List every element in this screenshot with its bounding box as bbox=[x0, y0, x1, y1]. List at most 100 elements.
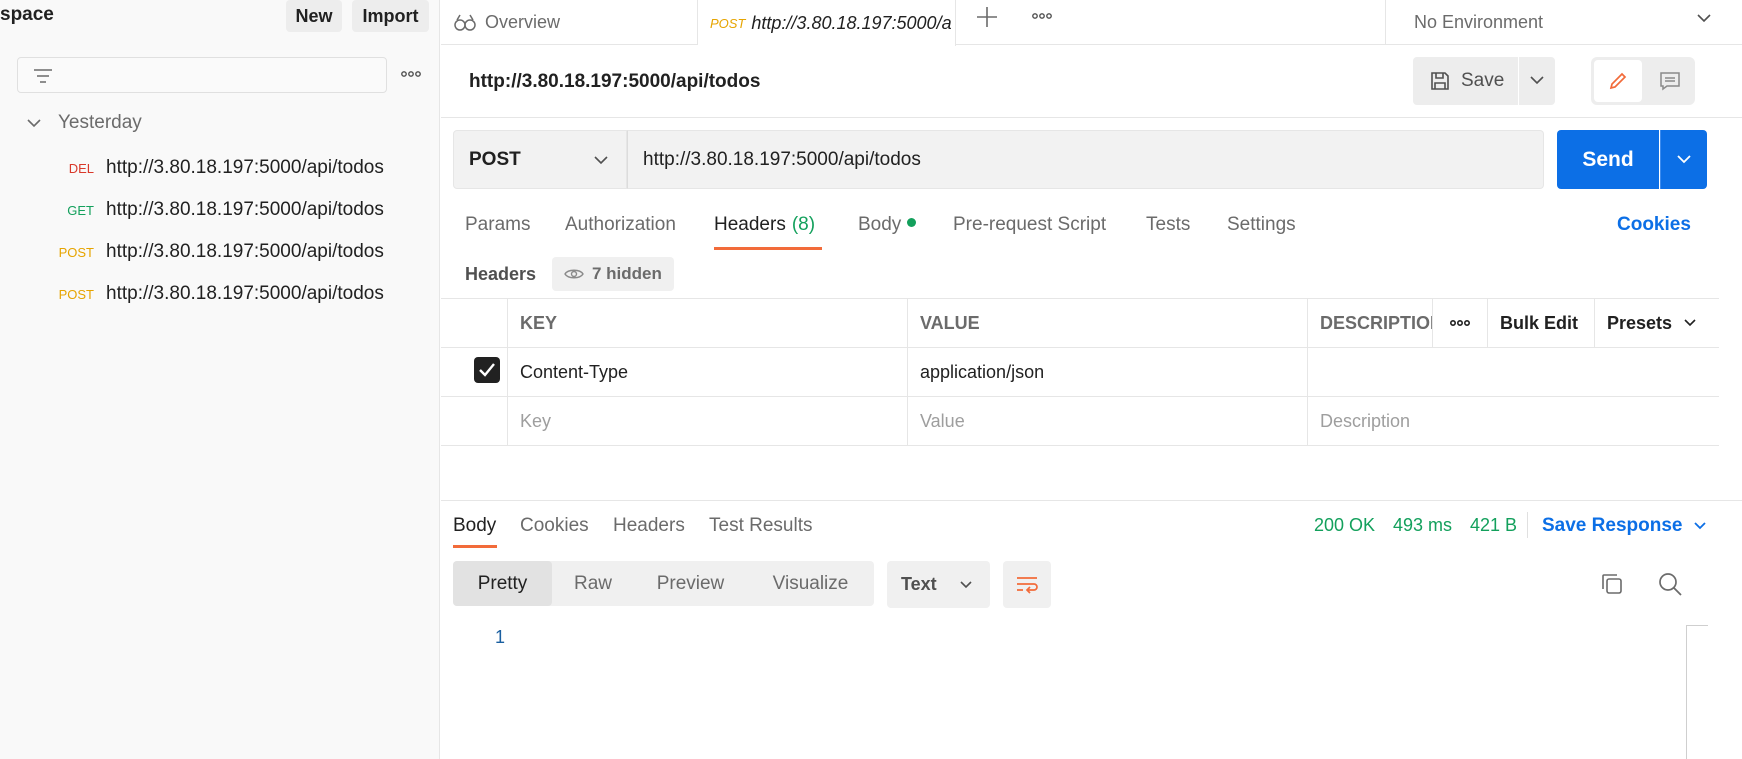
response-scrollbar[interactable] bbox=[1686, 625, 1708, 759]
chevron-down-icon bbox=[1677, 155, 1691, 164]
sidebar: space New Import Yesterday DEL http://3.… bbox=[0, 0, 440, 759]
response-time[interactable]: 493 ms bbox=[1393, 515, 1452, 536]
more-options-icon[interactable] bbox=[399, 64, 423, 84]
chevron-down-icon bbox=[594, 156, 608, 165]
format-raw-button[interactable]: Raw bbox=[552, 561, 634, 606]
active-tab-underline bbox=[714, 247, 822, 250]
chevron-down-icon bbox=[1697, 14, 1711, 23]
chevron-down-icon bbox=[960, 581, 972, 589]
response-status[interactable]: 200 OK bbox=[1314, 515, 1375, 536]
header-description-cell[interactable] bbox=[1307, 348, 1719, 396]
response-tab-cookies[interactable]: Cookies bbox=[520, 515, 589, 537]
send-button[interactable]: Send bbox=[1557, 130, 1659, 189]
response-format-group: Pretty Raw Preview Visualize bbox=[453, 561, 874, 606]
response-tab-headers[interactable]: Headers bbox=[613, 515, 685, 537]
col-key: KEY bbox=[520, 312, 558, 333]
cookies-link[interactable]: Cookies bbox=[1617, 214, 1691, 236]
response-language-value: Text bbox=[901, 574, 937, 594]
format-visualize-button[interactable]: Visualize bbox=[747, 561, 874, 606]
method-select[interactable]: POST bbox=[453, 130, 627, 189]
import-button[interactable]: Import bbox=[352, 0, 429, 32]
wrap-lines-button[interactable] bbox=[1003, 561, 1051, 608]
history-item-url: http://3.80.18.197:5000/api/todos bbox=[106, 283, 384, 304]
chevron-down-icon bbox=[1684, 319, 1696, 327]
divider bbox=[441, 500, 1742, 501]
bulk-edit-button[interactable]: Bulk Edit bbox=[1487, 299, 1594, 347]
tab-bar: Overview POST http://3.80.18.197:5000/a … bbox=[441, 0, 1742, 46]
header-value-cell[interactable]: application/json bbox=[907, 348, 1307, 396]
overview-icon bbox=[454, 14, 476, 31]
search-icon[interactable] bbox=[1657, 571, 1683, 597]
tab-prerequest-script[interactable]: Pre-request Script bbox=[953, 214, 1106, 236]
history-item[interactable]: GET http://3.80.18.197:5000/api/todos bbox=[0, 192, 440, 228]
divider bbox=[1527, 512, 1528, 538]
tab-more-icon[interactable] bbox=[1029, 6, 1055, 26]
new-button[interactable]: New bbox=[286, 0, 342, 32]
new-tab-icon[interactable] bbox=[974, 4, 1000, 30]
tab-method: POST bbox=[710, 15, 746, 31]
history-item-method: POST bbox=[58, 244, 94, 260]
presets-button[interactable]: Presets bbox=[1594, 299, 1719, 347]
tab-body[interactable]: Body bbox=[858, 214, 917, 236]
table-row-new: Key Value Description bbox=[441, 396, 1719, 445]
history-item-url: http://3.80.18.197:5000/api/todos bbox=[106, 199, 384, 220]
new-header-description-input[interactable]: Description bbox=[1307, 397, 1719, 445]
active-tab-underline bbox=[453, 545, 497, 548]
new-header-key-input[interactable]: Key bbox=[507, 397, 907, 445]
response-tab-test-results[interactable]: Test Results bbox=[709, 515, 812, 537]
url-input[interactable]: http://3.80.18.197:5000/api/todos bbox=[627, 130, 1544, 189]
filter-icon bbox=[34, 69, 52, 83]
tab-authorization[interactable]: Authorization bbox=[565, 214, 676, 236]
format-pretty-button[interactable]: Pretty bbox=[453, 561, 552, 606]
chevron-down-icon bbox=[27, 119, 41, 128]
response-language-select[interactable]: Text bbox=[887, 561, 990, 608]
col-description-header: DESCRIPTION bbox=[1307, 299, 1432, 347]
wrap-lines-icon bbox=[1017, 577, 1038, 594]
comment-icon bbox=[1660, 72, 1680, 91]
history-group-yesterday[interactable]: Yesterday bbox=[24, 112, 142, 134]
copy-icon[interactable] bbox=[1599, 571, 1625, 597]
view-mode-toggle bbox=[1591, 57, 1695, 105]
comments-mode-button[interactable] bbox=[1647, 60, 1693, 102]
body-indicator-dot bbox=[907, 218, 917, 228]
tab-overview-label: Overview bbox=[485, 12, 561, 32]
format-preview-button[interactable]: Preview bbox=[634, 561, 747, 606]
history-filter-input[interactable] bbox=[17, 57, 387, 93]
chevron-down-icon bbox=[1694, 522, 1707, 530]
send-options-button[interactable] bbox=[1660, 130, 1707, 189]
presets-label: Presets bbox=[1607, 312, 1673, 333]
history-item[interactable]: POST http://3.80.18.197:5000/api/todos bbox=[0, 234, 440, 270]
request-title[interactable]: http://3.80.18.197:5000/api/todos bbox=[469, 71, 760, 93]
tab-body-label: Body bbox=[858, 214, 902, 235]
table-row: Content-Type application/json bbox=[441, 347, 1719, 396]
tab-active-request[interactable]: POST http://3.80.18.197:5000/a bbox=[698, 0, 956, 46]
headers-section-label: Headers bbox=[465, 264, 537, 284]
headers-count: (8) bbox=[791, 214, 816, 235]
tab-headers-label: Headers bbox=[714, 214, 786, 235]
save-options-button[interactable] bbox=[1519, 57, 1555, 105]
tab-headers[interactable]: Headers (8) bbox=[714, 214, 815, 236]
header-key-cell[interactable]: Content-Type bbox=[507, 348, 907, 396]
edit-mode-button[interactable] bbox=[1594, 60, 1642, 102]
response-tab-body[interactable]: Body bbox=[453, 515, 496, 537]
tab-tests[interactable]: Tests bbox=[1146, 214, 1190, 236]
method-value: POST bbox=[469, 148, 521, 170]
history-item[interactable]: POST http://3.80.18.197:5000/api/todos bbox=[0, 276, 440, 312]
hidden-headers-toggle[interactable]: 7 hidden bbox=[552, 257, 674, 291]
history-group-label: Yesterday bbox=[58, 112, 142, 133]
history-item[interactable]: DEL http://3.80.18.197:5000/api/todos bbox=[0, 150, 440, 186]
new-header-value-input[interactable]: Value bbox=[907, 397, 1307, 445]
environment-select[interactable]: No Environment bbox=[1385, 0, 1742, 45]
tab-params[interactable]: Params bbox=[465, 214, 530, 236]
tab-overview[interactable]: Overview bbox=[441, 0, 698, 45]
history-item-url: http://3.80.18.197:5000/api/todos bbox=[106, 157, 384, 178]
tab-settings[interactable]: Settings bbox=[1227, 214, 1296, 236]
table-more-button[interactable] bbox=[1432, 299, 1487, 347]
save-response-button[interactable]: Save Response bbox=[1542, 515, 1708, 537]
save-label: Save bbox=[1461, 70, 1505, 91]
header-enabled-checkbox[interactable] bbox=[474, 357, 500, 383]
workspace-title: space bbox=[0, 4, 54, 25]
save-icon bbox=[1431, 72, 1449, 90]
response-size[interactable]: 421 B bbox=[1470, 515, 1517, 536]
save-button[interactable]: Save bbox=[1413, 57, 1518, 105]
